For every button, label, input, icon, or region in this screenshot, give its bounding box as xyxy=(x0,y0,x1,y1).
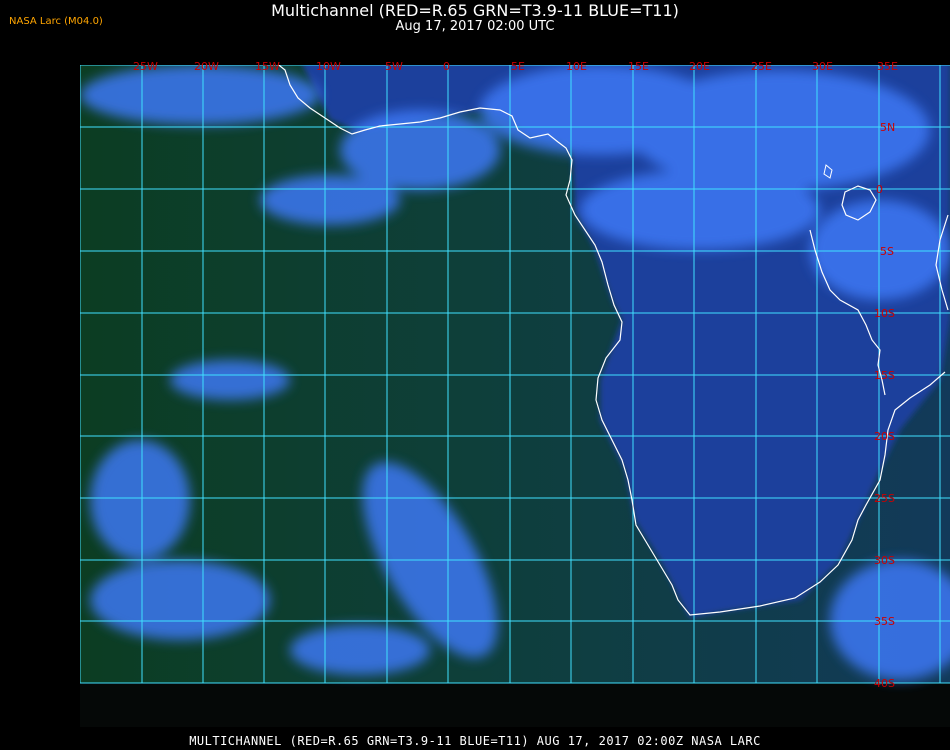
lat-label: 10S xyxy=(874,307,895,320)
lat-label: 20S xyxy=(874,430,895,443)
lon-label: 10W xyxy=(316,60,341,73)
lon-label: 20W xyxy=(194,60,219,73)
lon-label: 15E xyxy=(628,60,649,73)
lat-label: 5S xyxy=(880,245,894,258)
lon-label: 25E xyxy=(751,60,772,73)
lon-label: 5W xyxy=(385,60,403,73)
lat-label: 35S xyxy=(874,615,895,628)
lon-label: 20E xyxy=(689,60,710,73)
lat-label: 30S xyxy=(874,554,895,567)
lon-label: 10E xyxy=(566,60,587,73)
no-data-strip xyxy=(80,683,950,727)
lon-label: 0 xyxy=(443,60,450,73)
lon-label: 35E xyxy=(877,60,898,73)
footer-caption: MULTICHANNEL (RED=R.65 GRN=T3.9-11 BLUE=… xyxy=(189,734,761,748)
lat-label: 40S xyxy=(874,677,895,690)
lon-label: 30E xyxy=(812,60,833,73)
lon-label: 25W xyxy=(133,60,158,73)
lat-label: 5N xyxy=(880,121,895,134)
lon-label: 15W xyxy=(255,60,280,73)
lat-label: 25S xyxy=(874,492,895,505)
lat-label: 0 xyxy=(876,183,883,196)
lon-label: 5E xyxy=(511,60,525,73)
lat-label: 15S xyxy=(874,369,895,382)
satellite-map: 25W 20W 15W 10W 5W 0 5E 10E 15E 20E 25E … xyxy=(80,60,950,727)
